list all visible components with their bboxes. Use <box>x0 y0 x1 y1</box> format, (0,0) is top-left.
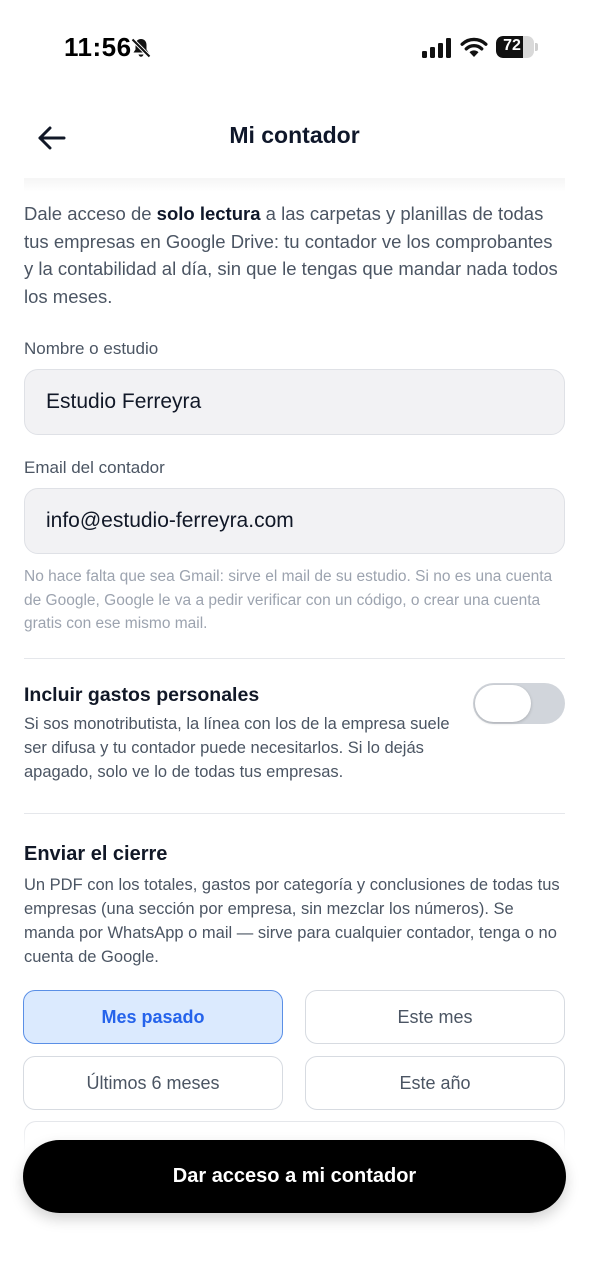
personal-expenses-title: Incluir gastos personales <box>24 684 260 706</box>
intro-text-start: Dale acceso de <box>24 203 157 224</box>
period-option-this-month[interactable]: Este mes <box>305 990 565 1044</box>
name-label: Nombre o estudio <box>24 339 159 358</box>
period-option-last-6-months[interactable]: Últimos 6 meses <box>23 1056 283 1110</box>
grant-access-button[interactable]: Dar acceso a mi contador <box>23 1140 566 1213</box>
personal-expenses-description: Si sos monotributista, la línea con los … <box>24 715 450 781</box>
signal-icon <box>422 38 451 58</box>
divider <box>24 658 565 659</box>
intro-text: Dale acceso de solo lectura a las carpet… <box>24 200 565 310</box>
battery-level: 72 <box>503 37 521 54</box>
period-option-this-year[interactable]: Este año <box>305 1056 565 1110</box>
status-bar: 11:56 72 <box>0 0 589 96</box>
status-time: 11:56 <box>64 32 132 62</box>
email-label: Email del contador <box>24 458 165 477</box>
screen: 11:56 72 Mi contador Dale acceso de solo… <box>0 0 589 1280</box>
page-title: Mi contador <box>229 122 360 148</box>
period-option-last-month[interactable]: Mes pasado <box>23 990 283 1044</box>
header-divider <box>24 178 565 192</box>
name-input[interactable]: Estudio Ferreyra <box>24 369 565 435</box>
email-hint: No hace falta que sea Gmail: sirve el ma… <box>24 568 553 632</box>
toggle-knob <box>475 685 531 722</box>
email-input[interactable]: info@estudio-ferreyra.com <box>24 488 565 554</box>
personal-expenses-toggle[interactable] <box>473 683 565 724</box>
divider <box>24 813 565 814</box>
header: Mi contador <box>0 100 589 176</box>
bell-slash-icon <box>131 38 151 58</box>
wifi-icon <box>460 37 488 57</box>
intro-text-bold: solo lectura <box>156 203 261 224</box>
battery-icon: 72 <box>496 36 538 58</box>
closing-title: Enviar el cierre <box>24 843 168 865</box>
closing-description: Un PDF con los totales, gastos por categ… <box>24 876 560 966</box>
